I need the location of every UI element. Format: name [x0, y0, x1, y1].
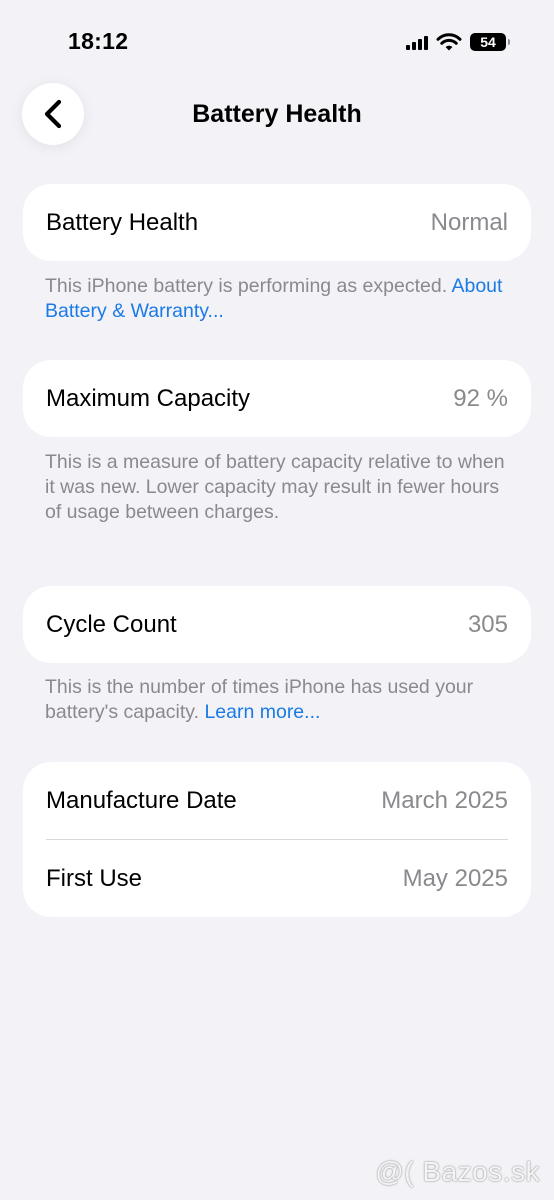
- maximum-capacity-value: 92 %: [453, 384, 508, 412]
- status-icons: 54: [406, 30, 510, 54]
- first-use-row: First Use May 2025: [23, 840, 531, 917]
- cellular-signal-icon: [406, 34, 428, 50]
- battery-health-label: Battery Health: [46, 208, 199, 236]
- maximum-capacity-footnote: This is a measure of battery capacity re…: [45, 451, 505, 523]
- status-bar: 18:12 54: [0, 0, 554, 70]
- battery-health-value: Normal: [430, 208, 508, 236]
- cycle-count-footnote: This is the number of times iPhone has u…: [45, 675, 515, 725]
- maximum-capacity-label: Maximum Capacity: [46, 384, 251, 412]
- learn-more-link[interactable]: Learn more...: [204, 701, 320, 723]
- cycle-count-label: Cycle Count: [46, 610, 177, 638]
- battery-health-footnote: This iPhone battery is performing as exp…: [45, 274, 515, 324]
- wifi-icon: [436, 33, 462, 51]
- first-use-value: May 2025: [402, 864, 508, 892]
- battery-health-footnote-text: This iPhone battery is performing as exp…: [45, 275, 452, 297]
- watermark: @( Bazos.sk: [375, 1156, 540, 1187]
- battery-icon: 54: [470, 33, 510, 51]
- battery-level: 54: [480, 34, 496, 50]
- manufacture-date-row: Manufacture Date March 2025: [23, 762, 531, 839]
- maximum-capacity-row: Maximum Capacity 92 %: [23, 360, 531, 437]
- maximum-capacity-card: Maximum Capacity 92 %: [23, 360, 531, 437]
- manufacture-date-label: Manufacture Date: [46, 786, 237, 814]
- cycle-count-value: 305: [467, 610, 508, 638]
- battery-health-row: Battery Health Normal: [23, 184, 531, 261]
- cycle-count-row: Cycle Count 305: [23, 586, 531, 663]
- status-time: 18:12: [68, 28, 129, 54]
- manufacture-date-value: March 2025: [381, 786, 508, 814]
- page-title: Battery Health: [192, 100, 362, 128]
- battery-health-card: Battery Health Normal: [23, 184, 531, 261]
- battery-dates-card: Manufacture Date March 2025 First Use Ma…: [23, 762, 531, 917]
- navigation-bar: Battery Health: [0, 80, 554, 150]
- first-use-label: First Use: [46, 864, 142, 892]
- cycle-count-card: Cycle Count 305: [23, 586, 531, 663]
